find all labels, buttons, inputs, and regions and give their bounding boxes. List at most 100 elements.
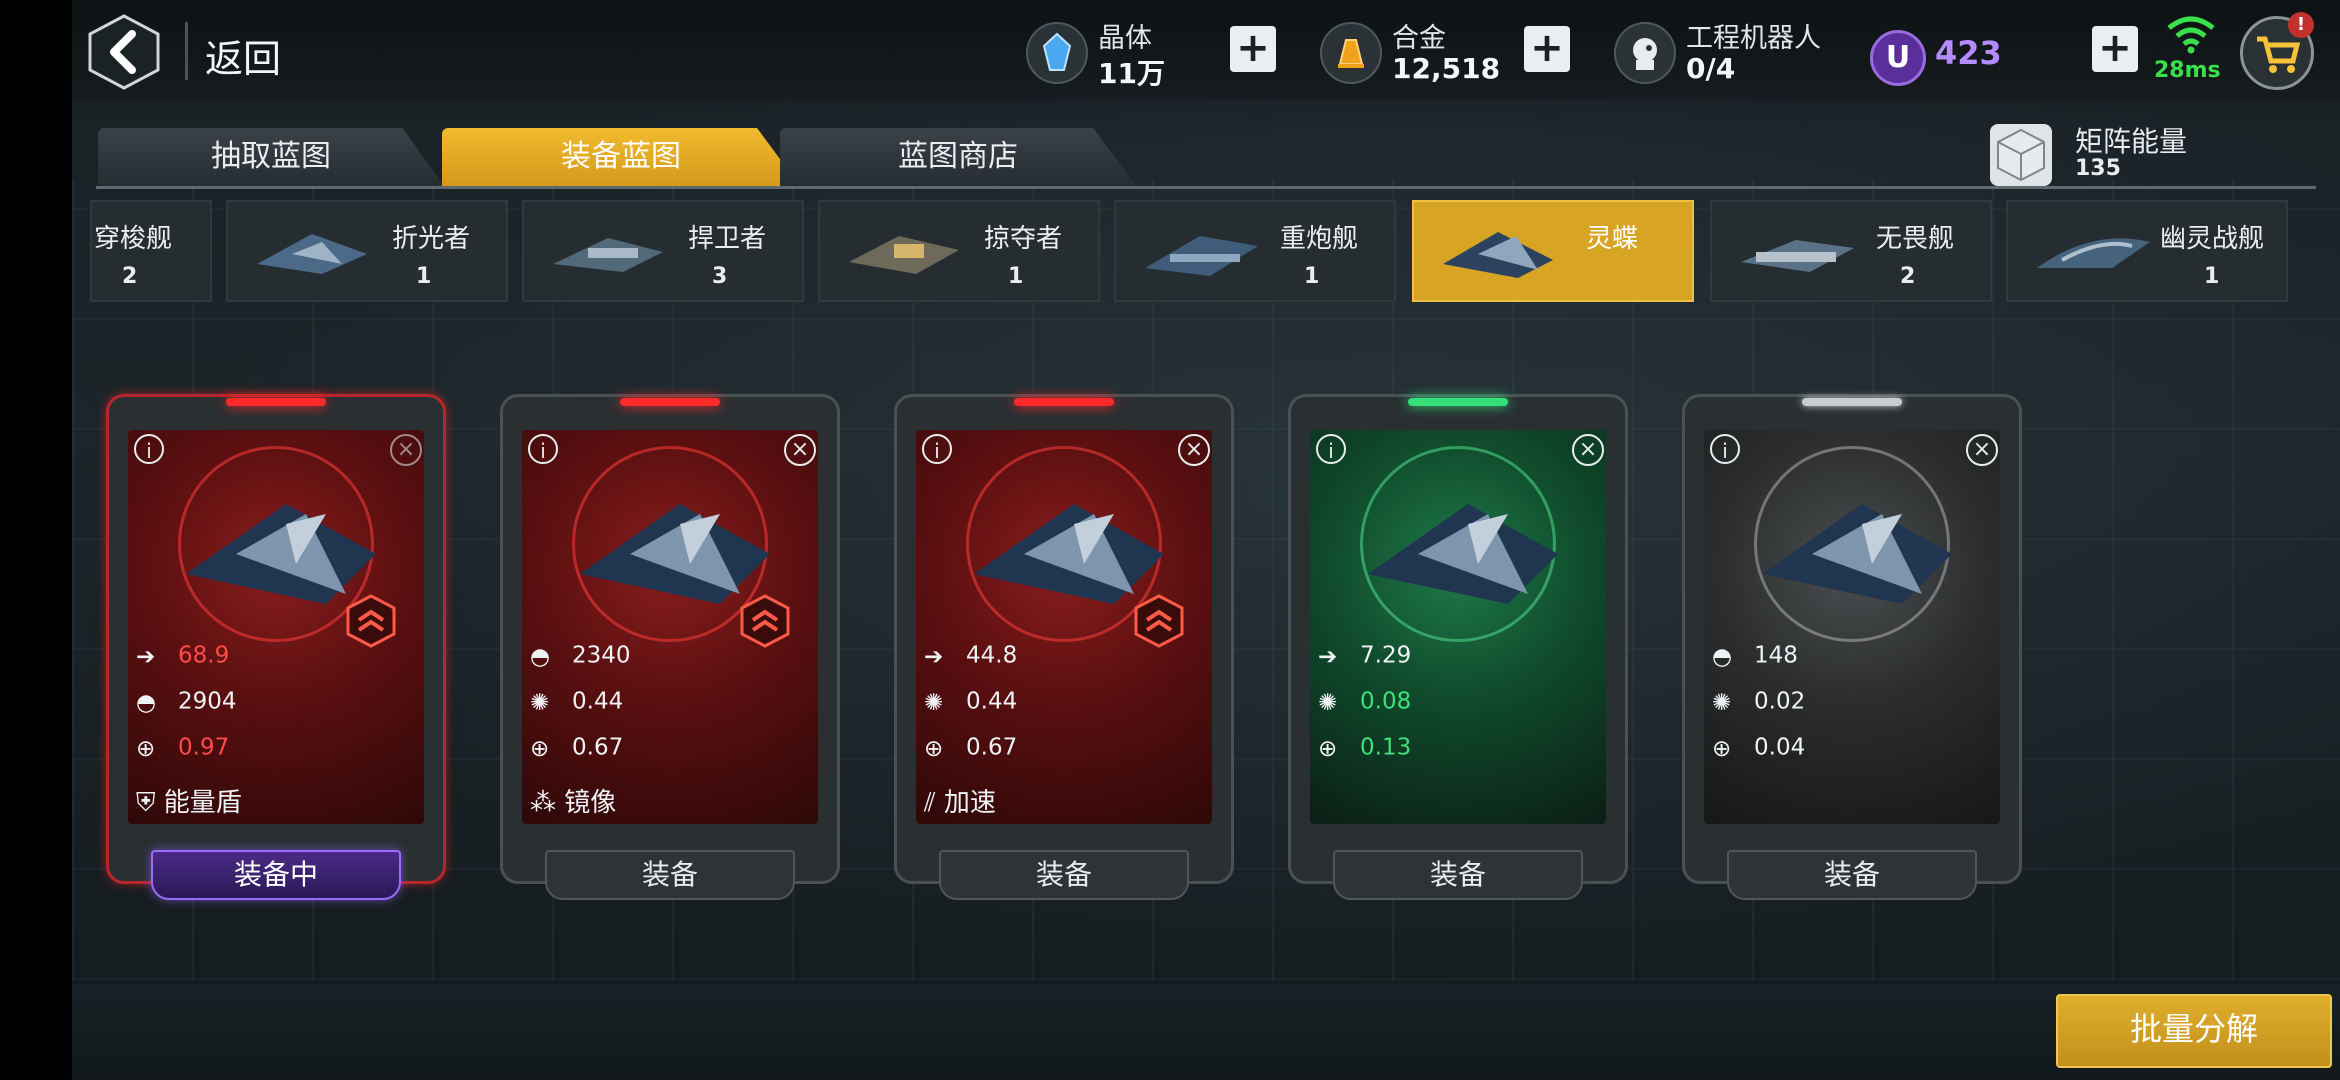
- stat-rate: ✺ 0.44: [924, 688, 1018, 716]
- speed-arrow-icon: ➔: [136, 643, 156, 670]
- matrix-energy-value: 135: [2075, 156, 2121, 181]
- dismantle-icon[interactable]: ×: [1572, 434, 1604, 466]
- info-icon[interactable]: i: [922, 434, 952, 464]
- ship-icon: [553, 238, 663, 272]
- ship-type-name: 重炮舰: [1280, 224, 1359, 254]
- equip-button[interactable]: 装备: [1333, 850, 1583, 900]
- dismantle-icon[interactable]: ×: [784, 434, 816, 466]
- ship-type-count: 1: [1304, 264, 1320, 289]
- header-divider: [185, 22, 188, 80]
- info-icon[interactable]: i: [1316, 434, 1346, 464]
- rank-chevron-icon: [1134, 594, 1184, 648]
- crosshair-icon: ⊕: [136, 735, 156, 762]
- ship-type-dreadnought[interactable]: 无畏舰 2: [1710, 200, 1992, 302]
- speed-arrow-icon: ➔: [1318, 643, 1338, 670]
- equip-button[interactable]: 装备: [939, 850, 1189, 900]
- ship-type-count: 3: [712, 264, 728, 289]
- blueprint-card[interactable]: i × ➔ 7.29 ✺ 0.08 ⊕ 0.13 装备: [1288, 394, 1628, 906]
- stat-armor: ◓ 148: [1712, 642, 1798, 670]
- tab-equip-blueprint[interactable]: 装备蓝图: [442, 128, 800, 186]
- ping-value: 28ms: [2154, 58, 2221, 83]
- stat-speed: ➔ 68.9: [136, 642, 230, 670]
- armor-dome-icon: ◓: [136, 689, 157, 716]
- ship-type-phantom[interactable]: 幽灵战舰 1: [2006, 200, 2288, 302]
- mirror-icon: ⁂: [530, 788, 556, 818]
- tab-blueprint-shop[interactable]: 蓝图商店: [780, 128, 1136, 186]
- stat-speed: ➔ 7.29: [1318, 642, 1412, 670]
- armor-dome-icon: ◓: [1712, 643, 1733, 670]
- skill-boost: ⫽ 加速: [924, 788, 996, 818]
- matrix-energy-label: 矩阵能量: [2075, 125, 2188, 158]
- stat-accuracy: ⊕ 0.67: [530, 734, 624, 762]
- ship-type-count: 2: [122, 264, 138, 289]
- ship-type-defender[interactable]: 捍卫者 3: [522, 200, 804, 302]
- alloy-value: 12,518: [1392, 52, 1501, 85]
- blueprint-card[interactable]: i × ➔ 44.8 ✺ 0.44 ⊕ 0.67 ⫽ 加速 装备: [894, 394, 1234, 906]
- ship-icon: [1741, 240, 1854, 272]
- equipped-button[interactable]: 装备中: [151, 850, 401, 900]
- ship-type-spirit-butterfly[interactable]: 灵蝶: [1412, 200, 1694, 302]
- game-screen: 返回 晶体 11万 + 合金 12,518 + 工程机器人 0/4 U 423 …: [0, 0, 2340, 1080]
- ship-image: [1762, 504, 1952, 604]
- dismantle-icon[interactable]: ×: [1966, 434, 1998, 466]
- blueprint-card[interactable]: i × ➔ 68.9 ◓ 2904 ⊕ 0.97 ⛨ 能量盾 装备中: [106, 394, 446, 906]
- ship-type-plunderer[interactable]: 掠夺者 1: [818, 200, 1100, 302]
- ship-type-name: 灵蝶: [1586, 224, 1639, 254]
- equip-button[interactable]: 装备: [1727, 850, 1977, 900]
- add-alloy-button[interactable]: +: [1524, 26, 1570, 72]
- add-crystal-button[interactable]: +: [1230, 26, 1276, 72]
- rarity-light: [1802, 398, 1902, 406]
- crosshair-icon: ⊕: [1318, 735, 1338, 762]
- ship-type-refractor[interactable]: 折光者 1: [226, 200, 508, 302]
- resource-crystal: 晶体 11万: [1026, 8, 1165, 92]
- premium-currency-value: 423: [1935, 34, 2002, 72]
- tab-underline: [96, 186, 2316, 189]
- armor-dome-icon: ◓: [530, 643, 551, 670]
- info-icon[interactable]: i: [134, 434, 164, 464]
- ship-type-name: 无畏舰: [1876, 224, 1955, 254]
- stat-accuracy: ⊕ 0.04: [1712, 734, 1806, 762]
- back-arrow-icon: [88, 14, 160, 90]
- back-button[interactable]: [88, 14, 160, 90]
- resource-alloy: 合金 12,518: [1320, 8, 1500, 92]
- back-label[interactable]: 返回: [205, 28, 281, 83]
- crosshair-icon: ⊕: [924, 735, 944, 762]
- stat-accuracy: ⊕ 0.67: [924, 734, 1018, 762]
- tab-draw-blueprint[interactable]: 抽取蓝图: [98, 128, 444, 186]
- info-icon[interactable]: i: [1710, 434, 1740, 464]
- alloy-label: 合金: [1392, 23, 1446, 54]
- shield-icon: ⛨: [136, 788, 156, 818]
- ship-type-shuttle[interactable]: 穿梭舰 2: [90, 200, 212, 302]
- robot-label: 工程机器人: [1686, 23, 1821, 54]
- equip-button[interactable]: 装备: [545, 850, 795, 900]
- ship-type-name: 捍卫者: [688, 224, 767, 254]
- ship-type-strip: 穿梭舰 2 折光者 1 捍卫者 3 掠夺者 1 重炮舰 1 灵蝶 无畏舰 2 幽…: [90, 200, 2310, 302]
- ship-icon: [1443, 232, 1553, 278]
- stat-speed: ➔ 44.8: [924, 642, 1018, 670]
- premium-currency-icon: U: [1870, 30, 1926, 86]
- ship-type-count: 2: [1900, 264, 1916, 289]
- info-icon[interactable]: i: [528, 434, 558, 464]
- stat-rate: ✺ 0.44: [530, 688, 624, 716]
- ship-icon: [1145, 236, 1258, 276]
- robot-value: 0/4: [1686, 52, 1736, 85]
- rarity-light: [620, 398, 720, 406]
- blueprint-card[interactable]: i × ◓ 148 ✺ 0.02 ⊕ 0.04 装备: [1682, 394, 2022, 906]
- bulk-dismantle-button[interactable]: 批量分解: [2056, 994, 2332, 1068]
- ship-type-artillery[interactable]: 重炮舰 1: [1114, 200, 1396, 302]
- crosshair-icon: ⊕: [1712, 735, 1732, 762]
- dismantle-icon[interactable]: ×: [390, 434, 422, 466]
- blueprint-card[interactable]: i × ◓ 2340 ✺ 0.44 ⊕ 0.67 ⁂ 镜像 装备: [500, 394, 840, 906]
- gear-ring-icon: ✺: [924, 689, 944, 716]
- rarity-light: [1014, 398, 1114, 406]
- dismantle-icon[interactable]: ×: [1178, 434, 1210, 466]
- gear-ring-icon: ✺: [1712, 689, 1732, 716]
- boost-icon: ⫽: [924, 788, 936, 818]
- crosshair-icon: ⊕: [530, 735, 550, 762]
- ship-type-count: 1: [2204, 264, 2220, 289]
- add-premium-button[interactable]: +: [2092, 26, 2138, 72]
- stat-accuracy: ⊕ 0.97: [136, 734, 230, 762]
- ship-image: [1368, 504, 1558, 604]
- crystal-icon: [1026, 22, 1088, 84]
- ship-type-name: 掠夺者: [984, 224, 1063, 254]
